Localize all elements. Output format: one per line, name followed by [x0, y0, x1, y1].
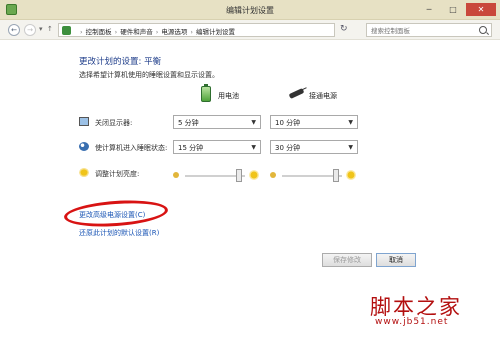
- column-header-plugged: 接通电源: [309, 92, 337, 100]
- navigation-bar: ← → ▾ ↑ › 控制面板 › 硬件和声音 › 电源选项 › 编辑计划设置 ↻: [0, 20, 500, 40]
- watermark-url: www.jb51.net: [375, 317, 449, 327]
- forward-button[interactable]: →: [24, 24, 36, 36]
- page-description: 选择希望计算机使用的睡眠设置和显示设置。: [79, 71, 219, 79]
- dim-sun-icon: [173, 172, 179, 178]
- maximize-button[interactable]: □: [442, 3, 464, 16]
- breadcrumb: › 控制面板 › 硬件和声音 › 电源选项 › 编辑计划设置: [77, 26, 235, 36]
- dim-sun-icon: [270, 172, 276, 178]
- breadcrumb-edit-plan[interactable]: 编辑计划设置: [196, 28, 235, 36]
- recent-pages-button[interactable]: ▾: [39, 25, 43, 33]
- brightness-icon: [80, 169, 88, 176]
- page-title: 更改计划的设置: 平衡: [79, 57, 162, 67]
- brightness-label: 调整计划亮度:: [95, 170, 140, 178]
- brightness-battery-slider[interactable]: [173, 169, 261, 183]
- cancel-button[interactable]: 取消: [376, 253, 416, 267]
- select-value: 30 分钟: [275, 144, 301, 152]
- monitor-icon: [79, 117, 89, 126]
- back-button[interactable]: ←: [8, 24, 20, 36]
- breadcrumb-separator: ›: [190, 28, 193, 36]
- search-input[interactable]: [371, 25, 471, 36]
- minimize-button[interactable]: ─: [418, 3, 440, 16]
- slider-thumb[interactable]: [333, 169, 339, 182]
- select-value: 10 分钟: [275, 119, 301, 127]
- sleep-battery-select[interactable]: 15 分钟 ▼: [173, 140, 261, 154]
- bright-sun-icon: [347, 171, 355, 179]
- power-plug-icon: [288, 88, 305, 99]
- display-off-battery-select[interactable]: 5 分钟 ▼: [173, 115, 261, 129]
- chevron-down-icon: ▼: [348, 119, 353, 126]
- battery-icon: [201, 84, 211, 102]
- restore-defaults-link[interactable]: 还原此计划的默认设置(R): [79, 228, 159, 238]
- address-bar[interactable]: › 控制面板 › 硬件和声音 › 电源选项 › 编辑计划设置: [58, 23, 335, 37]
- sleep-plugged-select[interactable]: 30 分钟 ▼: [270, 140, 358, 154]
- title-bar: 编辑计划设置 ─ □ ✕: [0, 0, 500, 20]
- search-icon[interactable]: [479, 26, 487, 34]
- refresh-button[interactable]: ↻: [340, 24, 348, 34]
- display-off-plugged-select[interactable]: 10 分钟 ▼: [270, 115, 358, 129]
- up-button[interactable]: ↑: [47, 25, 53, 33]
- breadcrumb-separator: ›: [80, 28, 83, 36]
- breadcrumb-hardware-sound[interactable]: 硬件和声音: [120, 28, 153, 36]
- advanced-power-settings-link[interactable]: 更改高级电源设置(C): [79, 210, 145, 220]
- column-header-battery: 用电池: [218, 92, 239, 100]
- chevron-down-icon: ▼: [348, 144, 353, 151]
- close-button[interactable]: ✕: [466, 3, 496, 16]
- control-panel-icon: [62, 26, 71, 35]
- chevron-down-icon: ▼: [251, 119, 256, 126]
- bright-sun-icon: [250, 171, 258, 179]
- breadcrumb-control-panel[interactable]: 控制面板: [86, 28, 112, 36]
- slider-thumb[interactable]: [236, 169, 242, 182]
- select-value: 15 分钟: [178, 144, 204, 152]
- breadcrumb-separator: ›: [155, 28, 159, 36]
- search-box[interactable]: [366, 23, 492, 37]
- breadcrumb-power-options[interactable]: 电源选项: [161, 28, 187, 36]
- sleep-label: 使计算机进入睡眠状态:: [95, 144, 168, 152]
- save-changes-button[interactable]: 保存修改: [322, 253, 372, 267]
- display-off-label: 关闭显示器:: [95, 119, 133, 127]
- select-value: 5 分钟: [178, 119, 199, 127]
- sleep-icon: [79, 142, 89, 151]
- brightness-plugged-slider[interactable]: [270, 169, 358, 183]
- chevron-down-icon: ▼: [251, 144, 256, 151]
- breadcrumb-separator: ›: [114, 28, 118, 36]
